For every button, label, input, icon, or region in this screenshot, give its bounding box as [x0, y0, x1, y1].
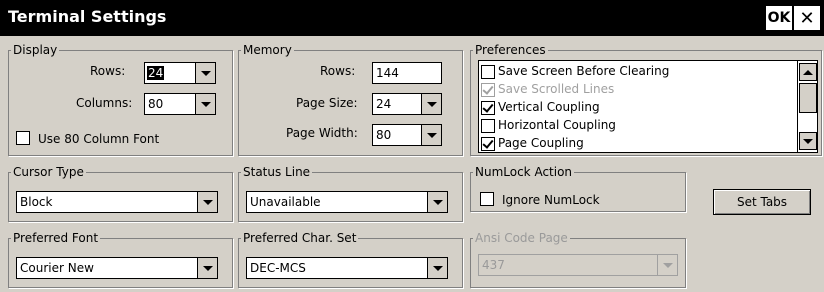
ignore-numlock-checkbox[interactable]	[480, 192, 494, 206]
status-line-value: Unavailable	[250, 195, 321, 209]
chevron-down-icon	[432, 199, 443, 205]
pref-save-scrolled-checkbox	[481, 83, 495, 97]
chevron-down-icon	[202, 199, 213, 205]
window-title: Terminal Settings	[8, 7, 167, 26]
pref-page-coupling-label: Page Coupling	[498, 136, 584, 150]
display-rows-combo[interactable]: 24	[144, 62, 216, 84]
pref-save-scrolled-label: Save Scrolled Lines	[498, 82, 615, 96]
chevron-down-icon	[200, 70, 211, 76]
status-line-dropdown-button[interactable]	[427, 192, 447, 212]
cursor-type-value: Block	[20, 195, 53, 209]
memory-rows-field[interactable]: 144	[372, 62, 442, 84]
preferred-charset-combo[interactable]: DEC-MCS	[246, 257, 448, 279]
set-tabs-button[interactable]: Set Tabs	[713, 189, 811, 215]
scroll-down-button[interactable]	[799, 132, 817, 150]
arrow-down-icon	[803, 138, 813, 144]
display-columns-label: Columns:	[76, 96, 133, 110]
cursor-type-dropdown-button[interactable]	[197, 192, 217, 212]
pref-horizontal-coupling-checkbox[interactable]	[481, 119, 495, 133]
memory-rows-value: 144	[376, 66, 399, 80]
page-width-value: 80	[376, 128, 392, 142]
title-bar: Terminal Settings OK ✕	[0, 0, 824, 36]
numlock-legend: NumLock Action	[475, 165, 573, 179]
preferred-charset-legend: Preferred Char. Set	[243, 231, 357, 245]
preferred-font-combo[interactable]: Courier New	[16, 257, 218, 279]
page-width-dropdown-button[interactable]	[421, 125, 441, 145]
preferred-font-legend: Preferred Font	[13, 231, 99, 245]
preferred-charset-value: DEC-MCS	[250, 261, 306, 275]
ok-button[interactable]: OK	[766, 6, 792, 30]
chevron-down-icon	[426, 101, 437, 107]
close-button[interactable]: ✕	[794, 6, 820, 30]
chevron-down-icon	[202, 265, 213, 271]
pref-page-coupling-checkbox[interactable]	[481, 137, 495, 151]
pref-vertical-coupling[interactable]: Vertical Coupling	[481, 99, 791, 117]
memory-rows-label: Rows:	[320, 64, 356, 78]
display-columns-value: 80	[148, 97, 164, 111]
use-80-column-font-label[interactable]: Use 80 Column Font	[38, 132, 159, 146]
arrow-up-icon	[803, 69, 813, 75]
preferred-charset-dropdown-button[interactable]	[427, 258, 447, 278]
status-line-combo[interactable]: Unavailable	[246, 191, 448, 213]
pref-page-coupling[interactable]: Page Coupling	[481, 135, 791, 153]
page-width-combo[interactable]: 80	[372, 124, 442, 146]
preferences-listbox[interactable]: Save Screen Before Clearing Save Scrolle…	[478, 60, 818, 153]
preferences-scrollbar[interactable]	[797, 61, 817, 152]
cursor-type-combo[interactable]: Block	[16, 191, 218, 213]
ignore-numlock-label[interactable]: Ignore NumLock	[502, 193, 600, 207]
cursor-type-legend: Cursor Type	[13, 165, 84, 179]
pref-save-screen-label: Save Screen Before Clearing	[498, 64, 670, 78]
scroll-thumb[interactable]	[799, 83, 817, 113]
page-size-value: 24	[376, 97, 392, 111]
display-columns-dropdown-button[interactable]	[195, 94, 215, 114]
pref-vertical-coupling-label: Vertical Coupling	[498, 100, 600, 114]
pref-save-screen[interactable]: Save Screen Before Clearing	[481, 63, 791, 81]
ansi-code-page-combo: 437	[478, 254, 678, 276]
pref-horizontal-coupling[interactable]: Horizontal Coupling	[481, 117, 791, 135]
page-size-combo[interactable]: 24	[372, 93, 442, 115]
display-rows-value: 24	[147, 66, 165, 80]
ansi-code-page-legend: Ansi Code Page	[475, 231, 568, 245]
scroll-up-button[interactable]	[799, 63, 817, 81]
page-size-dropdown-button[interactable]	[421, 94, 441, 114]
page-size-label: Page Size:	[296, 96, 358, 110]
preferences-legend: Preferences	[475, 43, 546, 57]
chevron-down-icon	[432, 265, 443, 271]
chevron-down-icon	[200, 101, 211, 107]
memory-legend: Memory	[243, 43, 292, 57]
pref-vertical-coupling-checkbox[interactable]	[481, 101, 495, 115]
preferred-font-value: Courier New	[20, 261, 94, 275]
preferred-font-dropdown-button[interactable]	[197, 258, 217, 278]
chevron-down-icon	[426, 132, 437, 138]
pref-save-scrolled: Save Scrolled Lines	[481, 81, 791, 99]
display-rows-dropdown-button[interactable]	[195, 63, 215, 83]
ansi-code-page-value: 437	[482, 258, 505, 272]
page-width-label: Page Width:	[286, 126, 358, 140]
display-columns-combo[interactable]: 80	[144, 93, 216, 115]
display-legend: Display	[13, 43, 58, 57]
pref-save-screen-checkbox[interactable]	[481, 65, 495, 79]
pref-horizontal-coupling-label: Horizontal Coupling	[498, 118, 616, 132]
chevron-down-icon	[662, 262, 673, 268]
status-line-legend: Status Line	[243, 165, 311, 179]
display-rows-label: Rows:	[90, 64, 126, 78]
use-80-column-font-checkbox[interactable]	[16, 131, 30, 145]
ansi-code-page-dropdown-button	[657, 255, 677, 275]
